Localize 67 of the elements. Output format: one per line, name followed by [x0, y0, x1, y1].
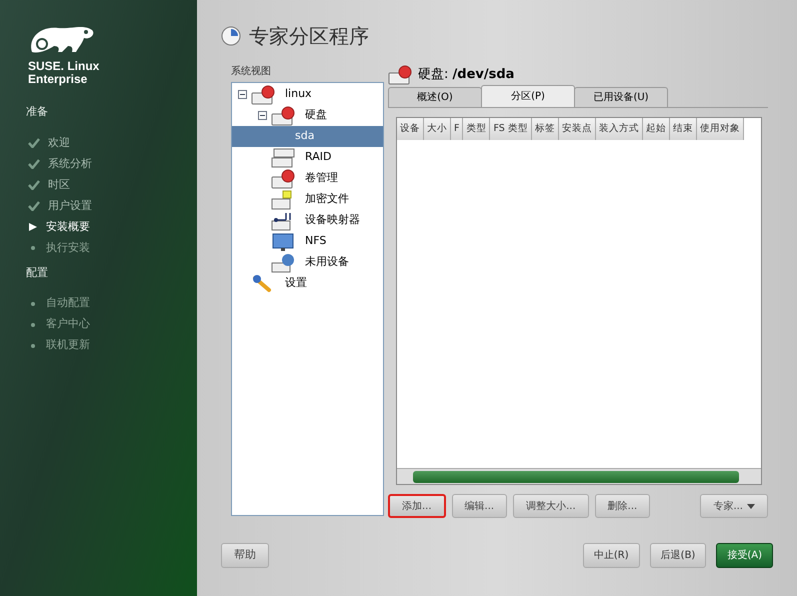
hard-disk-icon	[388, 65, 414, 85]
step-item: 用户设置	[28, 198, 197, 214]
step-item: 客户中心	[28, 316, 197, 333]
column-header[interactable]: 大小	[424, 118, 451, 140]
tree-item[interactable]: 卷管理	[232, 168, 383, 189]
caret-icon	[747, 504, 755, 508]
tree-item[interactable]: NFS	[232, 231, 383, 252]
tree-item[interactable]: 设备映射器	[232, 210, 383, 231]
column-header[interactable]: 类型	[463, 118, 490, 140]
step-item: 系统分析	[28, 156, 197, 172]
footer-button[interactable]: 中止(R)	[582, 542, 640, 568]
tab[interactable]: 概述(O)	[388, 87, 482, 107]
hard-disk-icon	[271, 106, 297, 126]
hard-disk-icon	[251, 84, 277, 104]
disk-stack-icon	[271, 148, 297, 168]
action-button[interactable]: 删除...	[594, 494, 650, 518]
step-item: 安装概要	[28, 218, 197, 236]
check-icon	[28, 138, 40, 148]
horizontal-scrollbar[interactable]	[397, 468, 761, 484]
step-item: 时区	[28, 176, 197, 194]
device-heading: 硬盘: /dev/sda	[418, 66, 514, 84]
section-heading: 准备	[26, 104, 49, 120]
bullet-icon	[31, 322, 35, 326]
tree-item[interactable]: 未用设备	[232, 252, 383, 273]
hard-disk-icon	[271, 168, 297, 188]
tab[interactable]: 已用设备(U)	[574, 87, 668, 107]
column-header[interactable]: 装入方式	[596, 118, 643, 140]
column-header[interactable]: 标签	[532, 118, 559, 140]
action-button[interactable]: 编辑...	[452, 494, 508, 518]
panel-label: 系统视图	[231, 64, 272, 79]
check-icon	[28, 201, 40, 211]
step-item: 欢迎	[28, 134, 197, 152]
check-icon	[28, 180, 40, 190]
brand-name: SUSE. Linux Enterprise	[28, 60, 100, 86]
footer-button[interactable]: 后退(B)	[650, 542, 706, 568]
step-item: 执行安装	[28, 240, 197, 256]
collapse-icon[interactable]	[258, 111, 267, 120]
column-header[interactable]: 结束	[670, 118, 697, 140]
tree-item[interactable]: RAID	[232, 147, 383, 168]
step-item: 自动配置	[28, 295, 197, 312]
bullet-icon	[31, 302, 35, 306]
footer-button[interactable]: 接受(A)	[716, 542, 773, 568]
tree-item[interactable]: sda	[232, 126, 383, 147]
disk-pie-icon	[221, 26, 241, 46]
column-header[interactable]: 使用对象	[696, 118, 744, 140]
action-button[interactable]: 添加...	[388, 494, 446, 518]
play-arrow-icon	[28, 222, 38, 232]
column-header[interactable]: FS 类型	[490, 118, 532, 140]
tab[interactable]: 分区(P)	[481, 85, 575, 107]
column-header[interactable]: 起始	[642, 118, 670, 140]
column-header[interactable]: F	[451, 118, 464, 140]
bullet-icon	[31, 246, 35, 250]
page-title: 专家分区程序	[249, 23, 369, 50]
column-header[interactable]: 安装点	[558, 118, 596, 140]
bullet-icon	[31, 344, 35, 348]
help-button[interactable]: 帮助	[221, 542, 269, 568]
collapse-icon[interactable]	[238, 90, 247, 99]
check-icon	[28, 159, 40, 169]
action-button[interactable]: 专家...	[700, 494, 768, 518]
tree-item[interactable]: linux	[232, 84, 383, 105]
tree-item[interactable]: 加密文件	[232, 189, 383, 210]
action-button[interactable]: 调整大小...	[513, 494, 589, 518]
column-header[interactable]: 设备	[397, 118, 424, 140]
tree-item[interactable]: 设置	[232, 273, 383, 294]
step-item: 联机更新	[28, 337, 197, 354]
tree-item[interactable]: 硬盘	[232, 105, 383, 126]
section-heading: 配置	[26, 264, 49, 280]
